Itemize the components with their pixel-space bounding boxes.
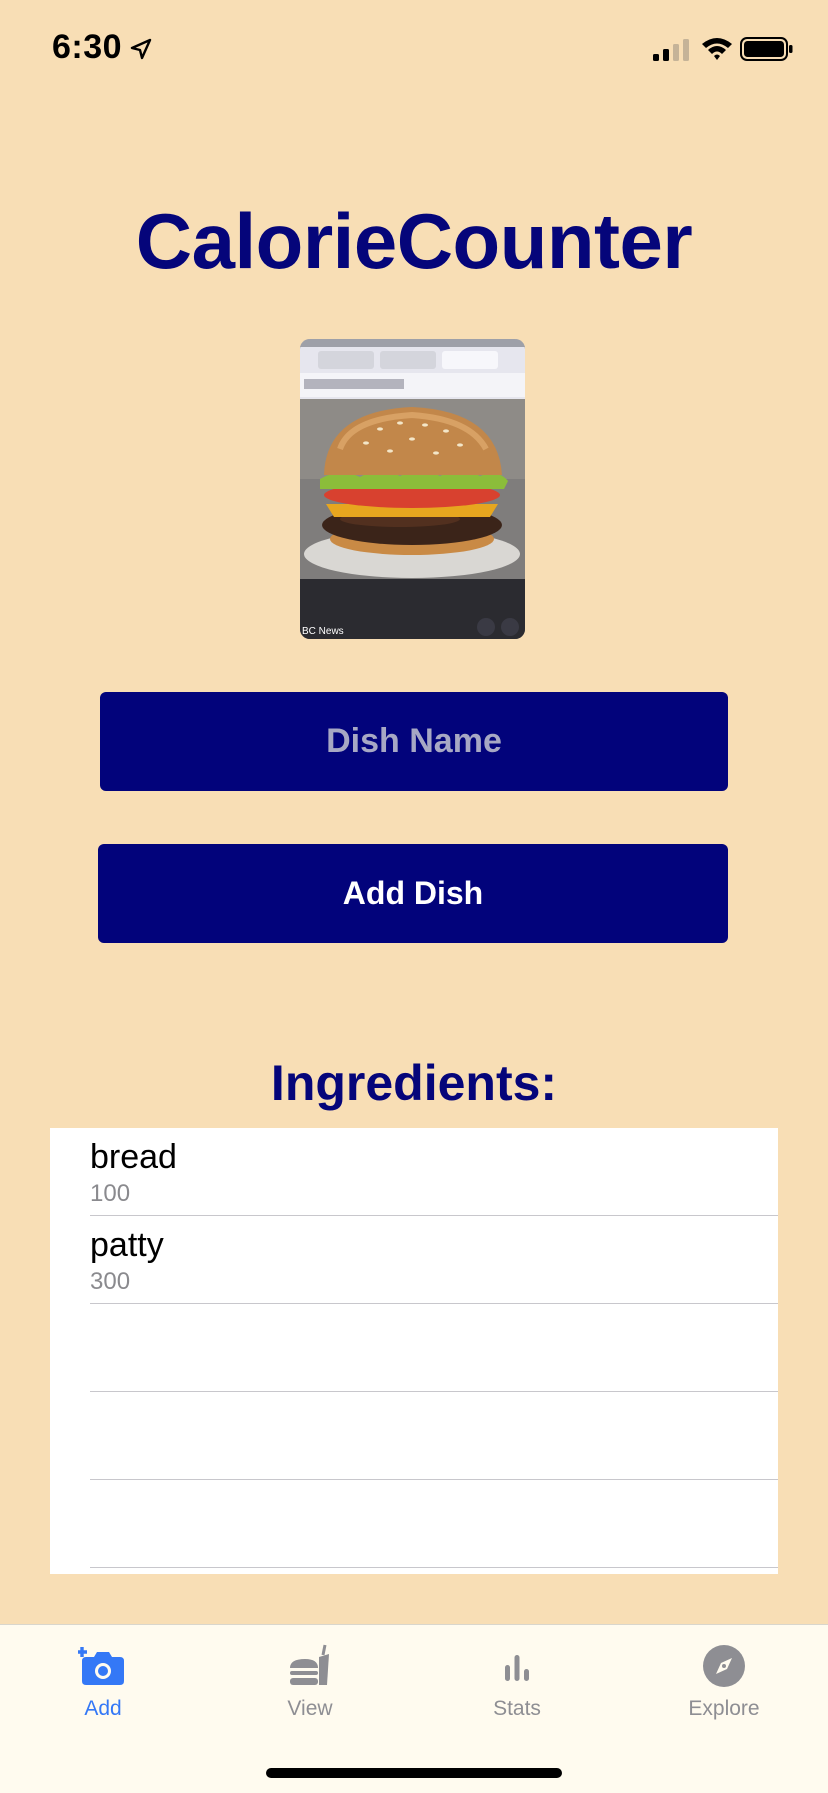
empty-table-row — [90, 1304, 778, 1392]
cellular-signal-icon — [653, 39, 689, 61]
food-icon — [290, 1644, 329, 1685]
tab-view[interactable]: View — [235, 1625, 385, 1735]
tab-explore[interactable]: Explore — [649, 1625, 799, 1735]
table-row[interactable]: patty 300 — [90, 1216, 778, 1304]
tab-add-label: Add — [84, 1697, 122, 1720]
location-arrow-icon — [130, 38, 152, 60]
table-row[interactable]: bread 100 — [90, 1128, 778, 1216]
dish-name-field[interactable] — [100, 692, 728, 791]
empty-table-row — [90, 1392, 778, 1480]
battery-icon — [740, 37, 793, 61]
empty-table-row — [90, 1480, 778, 1568]
ingredient-name: bread — [90, 1138, 177, 1176]
status-bar: 6:30 — [0, 0, 828, 100]
tab-stats-label: Stats — [493, 1697, 541, 1720]
ingredient-calories: 100 — [90, 1180, 131, 1207]
home-indicator[interactable] — [266, 1768, 562, 1778]
ingredients-heading: Ingredients: — [270, 1055, 558, 1111]
compass-icon — [703, 1645, 745, 1687]
wifi-icon — [702, 38, 732, 60]
dish-photo[interactable]: BC News — [300, 339, 525, 639]
tab-stats[interactable]: Stats — [442, 1625, 592, 1735]
tab-add[interactable]: Add — [28, 1625, 178, 1735]
app-title: CalorieCounter — [135, 197, 693, 285]
ingredient-name: patty — [90, 1226, 164, 1264]
tab-view-label: View — [287, 1697, 333, 1720]
tab-bar: Add View Stats Explore — [0, 1624, 828, 1793]
add-dish-button-label: Add Dish — [342, 875, 484, 911]
burger-photo-image — [300, 339, 525, 639]
tab-explore-label: Explore — [688, 1697, 760, 1720]
add-dish-button[interactable]: Add Dish — [98, 844, 728, 943]
status-time: 6:30 — [52, 28, 123, 66]
photo-source-caption: BC News — [302, 626, 344, 637]
camera-plus-icon — [78, 1647, 124, 1685]
ingredient-calories: 300 — [90, 1268, 131, 1295]
bar-chart-icon — [505, 1655, 529, 1681]
ingredients-table[interactable]: bread 100 patty 300 — [50, 1128, 778, 1574]
